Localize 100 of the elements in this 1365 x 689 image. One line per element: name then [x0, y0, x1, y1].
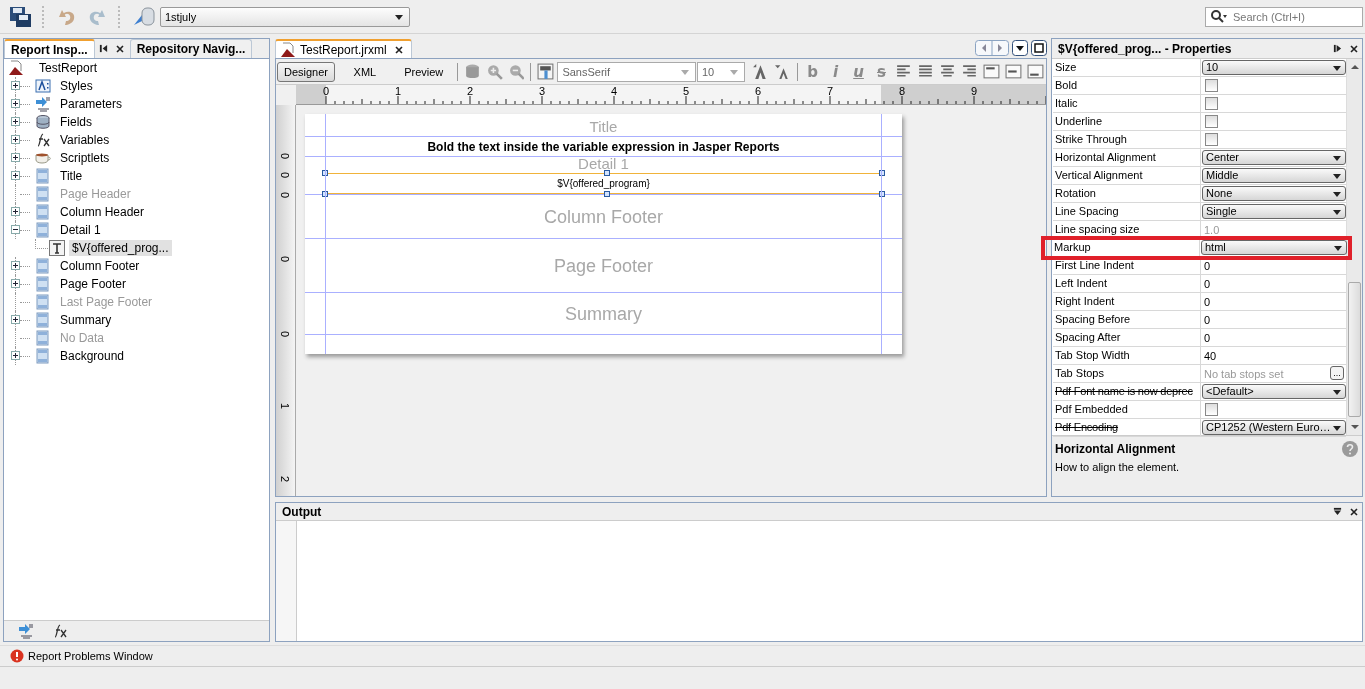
tree-item[interactable]: Summary [57, 312, 115, 328]
tree-item[interactable]: Parameters [57, 96, 126, 112]
panel-title: Output [282, 504, 323, 519]
status-text[interactable]: Report Problems Window [28, 650, 153, 662]
search-icon[interactable] [1209, 8, 1229, 25]
selected-text-field[interactable]: $V{offered_program} [325, 173, 882, 194]
minimize-icon[interactable] [1333, 44, 1342, 53]
checkbox[interactable] [1205, 115, 1218, 128]
font-dropdown[interactable]: SansSerif [557, 61, 696, 82]
property-value[interactable]: 0 [1202, 259, 1211, 272]
expand-toggle[interactable] [11, 99, 20, 108]
checkbox[interactable] [1205, 97, 1218, 110]
tree-item[interactable]: $V{offered_prog... [69, 240, 172, 256]
search-input[interactable]: Search (Ctrl+I) [1231, 10, 1360, 23]
view-tab[interactable]: XML [336, 61, 394, 82]
property-dropdown[interactable]: None [1202, 186, 1346, 201]
close-icon[interactable] [394, 45, 403, 54]
property-dropdown[interactable]: Middle [1202, 168, 1346, 183]
database-icon[interactable] [132, 4, 156, 29]
ruler-number: 0 [279, 151, 291, 162]
vertical-align-icon[interactable] [1005, 63, 1023, 80]
panel-tab[interactable]: Report Insp... [4, 39, 95, 58]
checkbox[interactable] [1205, 79, 1218, 92]
align-icon[interactable] [961, 63, 979, 80]
expand-toggle[interactable] [11, 135, 20, 144]
function-icon[interactable] [52, 623, 68, 639]
document-tab[interactable]: TestReport.jrxml [275, 39, 412, 58]
view-tab[interactable]: Preview [394, 61, 453, 82]
tree-item[interactable]: Scriptlets [57, 150, 113, 166]
tree-item[interactable]: Page Footer [57, 276, 130, 292]
text-field-icon [49, 240, 65, 256]
tree-item[interactable]: Column Footer [57, 258, 143, 274]
property-dropdown[interactable]: <Default> [1202, 384, 1346, 399]
tree-item[interactable]: Variables [57, 132, 113, 148]
minimize-icon[interactable] [98, 44, 108, 53]
property-dropdown[interactable]: Single [1202, 204, 1346, 219]
property-name: Line spacing size [1053, 221, 1201, 238]
property-name: Pdf Encoding [1053, 419, 1201, 436]
report-icon [280, 41, 296, 58]
fields-icon [35, 114, 51, 130]
band-icon [35, 222, 51, 238]
description-text: How to align the element. [1055, 461, 1180, 473]
parameters-icon[interactable] [18, 623, 34, 639]
expand-toggle[interactable] [11, 279, 20, 288]
expand-toggle[interactable] [11, 153, 20, 162]
minimize-icon[interactable] [1333, 507, 1342, 516]
expand-toggle[interactable] [11, 351, 20, 360]
expand-toggle[interactable] [11, 171, 20, 180]
property-value[interactable]: 0 [1202, 313, 1211, 326]
property-dropdown[interactable]: Center [1202, 150, 1346, 165]
ruler-number: 1 [279, 401, 291, 412]
property-name: Pdf Embedded [1053, 401, 1201, 418]
property-value[interactable]: 0 [1202, 277, 1211, 290]
checkbox[interactable] [1205, 133, 1218, 146]
vertical-align-icon[interactable] [983, 63, 1001, 80]
search-field[interactable]: Search (Ctrl+I) [1205, 6, 1363, 27]
close-icon[interactable] [115, 44, 124, 53]
expand-toggle[interactable] [11, 81, 20, 90]
align-icon[interactable] [895, 63, 913, 80]
tree-item[interactable]: Fields [57, 114, 95, 130]
close-icon[interactable] [1350, 507, 1358, 516]
property-value[interactable]: 0 [1202, 331, 1211, 344]
band-label: Summary [564, 303, 643, 324]
scrollbar[interactable] [1346, 59, 1362, 435]
ruler-number: 4 [611, 86, 618, 97]
decrease-font-icon[interactable] [773, 63, 791, 80]
parameters-icon [35, 96, 51, 112]
error-icon[interactable] [10, 649, 24, 663]
align-icon[interactable] [939, 63, 957, 80]
tree-item[interactable]: Detail 1 [57, 222, 104, 238]
expand-toggle[interactable] [11, 117, 20, 126]
checkbox[interactable] [1205, 403, 1218, 416]
increase-font-icon[interactable] [751, 63, 769, 80]
band-icon [35, 258, 51, 274]
dropdown-icon[interactable] [1012, 40, 1028, 56]
tree-item[interactable]: Styles [57, 78, 96, 94]
expand-toggle[interactable] [11, 315, 20, 324]
datasource-dropdown[interactable]: 1stjuly [160, 6, 410, 27]
tree-item[interactable]: Background [57, 348, 128, 364]
expand-toggle[interactable] [11, 261, 20, 270]
property-dropdown[interactable]: html [1201, 240, 1347, 255]
maximize-icon[interactable] [1031, 40, 1047, 56]
tree-item[interactable]: Title [57, 168, 86, 184]
font-size-dropdown[interactable]: 10 [696, 61, 745, 82]
property-value[interactable]: 0 [1202, 295, 1211, 308]
expand-toggle[interactable] [11, 225, 20, 234]
property-dropdown[interactable]: CP1252 (Western Euro… [1202, 420, 1346, 435]
vertical-align-icon[interactable] [1027, 63, 1045, 80]
align-icon[interactable] [917, 63, 935, 80]
view-tab[interactable]: Designer [277, 61, 335, 82]
tree-item[interactable]: TestReport [4, 59, 269, 77]
property-dropdown[interactable]: 10 [1202, 60, 1346, 75]
close-icon[interactable] [1350, 44, 1358, 53]
static-text[interactable]: Bold the text inside the variable expression in Jasper Reports [325, 140, 882, 154]
save-icon[interactable] [8, 4, 32, 29]
ruler-number: 0 [279, 329, 291, 340]
tree-item[interactable]: Column Header [57, 204, 148, 220]
panel-tab[interactable]: Repository Navig... [129, 39, 253, 58]
expand-toggle[interactable] [11, 207, 20, 216]
property-value[interactable]: 40 [1202, 349, 1217, 362]
